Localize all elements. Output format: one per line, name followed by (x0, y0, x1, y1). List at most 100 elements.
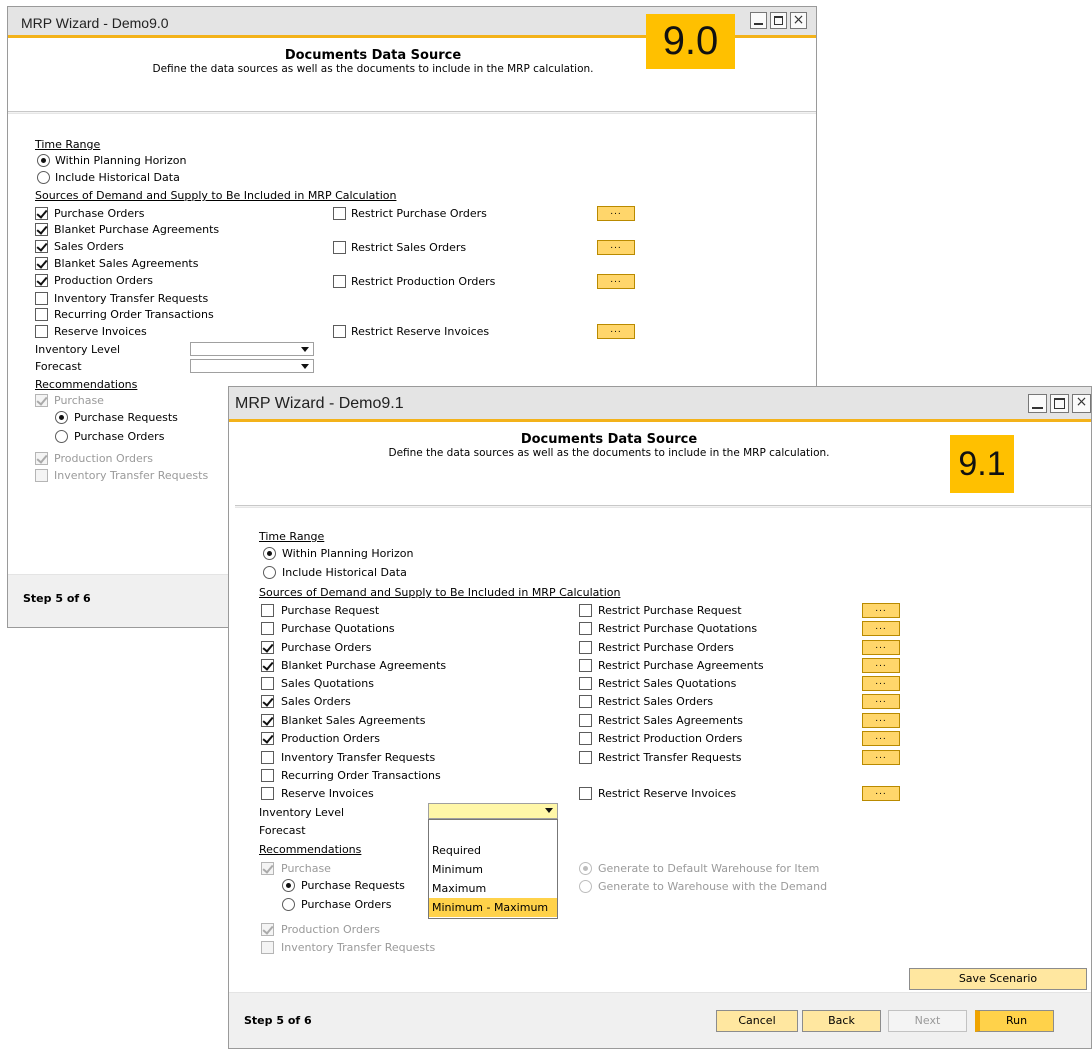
option-required[interactable]: Required (429, 841, 557, 860)
checkbox-restrict-sales-agreements[interactable] (579, 714, 592, 727)
restrict-reserve-invoices-button[interactable]: ... (597, 324, 635, 339)
restrict-label: Restrict Sales Agreements (598, 714, 743, 727)
forecast-dropdown[interactable] (190, 359, 314, 373)
restrict-sales-orders-button[interactable]: ... (862, 694, 900, 709)
checkbox-restrict-purchase-agreements[interactable] (579, 659, 592, 672)
title-bar[interactable]: MRP Wizard - Demo9.1 × (229, 387, 1091, 422)
checkbox-purchase-orders[interactable] (35, 207, 48, 220)
checkbox-production-orders[interactable] (35, 274, 48, 287)
checkbox-purchase[interactable] (261, 862, 274, 875)
radio-within-horizon[interactable] (263, 547, 276, 560)
checkbox-restrict-reserve-invoices[interactable] (579, 787, 592, 800)
purchase-requests-label: Purchase Requests (74, 411, 178, 424)
checkbox-blanket-sales-agreements[interactable] (35, 257, 48, 270)
restrict-purchase-quotations-button[interactable]: ... (862, 621, 900, 636)
checkbox-rec-inventory-transfer[interactable] (261, 941, 274, 954)
checkbox-inventory-transfer-requests[interactable] (35, 292, 48, 305)
checkbox-purchase-orders[interactable] (261, 641, 274, 654)
checkbox-restrict-purchase-orders[interactable] (579, 641, 592, 654)
radio-gen-default-warehouse[interactable] (579, 862, 592, 875)
forecast-label: Forecast (259, 824, 306, 837)
radio-historical[interactable] (263, 566, 276, 579)
checkbox-reserve-invoices[interactable] (35, 325, 48, 338)
maximize-icon[interactable] (770, 12, 787, 29)
purchase-label: Purchase (54, 394, 104, 407)
checkbox-inventory-transfer-requests[interactable] (261, 751, 274, 764)
restrict-label: Restrict Sales Orders (598, 695, 714, 708)
radio-historical-label: Include Historical Data (282, 566, 407, 579)
checkbox-restrict-sales-quotations[interactable] (579, 677, 592, 690)
restrict-reserve-invoices-button[interactable]: ... (862, 786, 900, 801)
checkbox-reserve-invoices[interactable] (261, 787, 274, 800)
checkbox-production-orders[interactable] (261, 732, 274, 745)
restrict-sales-agreements-button[interactable]: ... (862, 713, 900, 728)
radio-historical[interactable] (37, 171, 50, 184)
run-button[interactable]: Run (975, 1010, 1054, 1032)
radio-gen-demand-warehouse[interactable] (579, 880, 592, 893)
checkbox-recurring-order-transactions[interactable] (261, 769, 274, 782)
option-minimum-maximum[interactable]: Minimum - Maximum (429, 898, 557, 917)
version-badge: 9.1 (950, 435, 1014, 493)
radio-purchase-requests[interactable] (282, 879, 295, 892)
minimize-icon[interactable] (750, 12, 767, 29)
checkbox-purchase-quotations[interactable] (261, 622, 274, 635)
checkbox-restrict-purchase-request[interactable] (579, 604, 592, 617)
checkbox-restrict-sales-orders[interactable] (579, 695, 592, 708)
checkbox-purchase-request[interactable] (261, 604, 274, 617)
gen-default-label: Generate to Default Warehouse for Item (598, 862, 820, 875)
checkbox-sales-orders[interactable] (261, 695, 274, 708)
checkbox-restrict-sales-orders[interactable] (333, 241, 346, 254)
checkbox-rec-production-orders[interactable] (35, 452, 48, 465)
source-label: Recurring Order Transactions (54, 308, 214, 321)
checkbox-blanket-purchase-agreements[interactable] (261, 659, 274, 672)
checkbox-restrict-purchase-quotations[interactable] (579, 622, 592, 635)
checkbox-purchase[interactable] (35, 394, 48, 407)
source-label: Production Orders (281, 732, 381, 745)
radio-within-horizon[interactable] (37, 154, 50, 167)
restrict-purchase-orders-button[interactable]: ... (862, 640, 900, 655)
restrict-purchase-request-button[interactable]: ... (862, 603, 900, 618)
checkbox-restrict-reserve-invoices[interactable] (333, 325, 346, 338)
rec-production-orders-label: Production Orders (281, 923, 381, 936)
restrict-production-orders-button[interactable]: ... (597, 274, 635, 289)
close-icon[interactable]: × (790, 12, 807, 29)
checkbox-blanket-sales-agreements[interactable] (261, 714, 274, 727)
radio-purchase-orders[interactable] (282, 898, 295, 911)
forecast-label: Forecast (35, 360, 82, 373)
restrict-sales-quotations-button[interactable]: ... (862, 676, 900, 691)
inventory-level-dropdown[interactable] (428, 803, 558, 819)
checkbox-restrict-purchase-orders[interactable] (333, 207, 346, 220)
restrict-transfer-requests-button[interactable]: ... (862, 750, 900, 765)
save-scenario-button[interactable]: Save Scenario (909, 968, 1087, 990)
restrict-sales-orders-button[interactable]: ... (597, 240, 635, 255)
next-button[interactable]: Next (888, 1010, 967, 1032)
restrict-label: Restrict Purchase Request (598, 604, 742, 617)
restrict-label: Restrict Purchase Quotations (598, 622, 758, 635)
checkbox-sales-quotations[interactable] (261, 677, 274, 690)
checkbox-restrict-production-orders[interactable] (579, 732, 592, 745)
gen-demand-label: Generate to Warehouse with the Demand (598, 880, 828, 893)
back-button[interactable]: Back (802, 1010, 881, 1032)
cancel-button[interactable]: Cancel (716, 1010, 798, 1032)
checkbox-restrict-production-orders[interactable] (333, 275, 346, 288)
radio-purchase-orders[interactable] (55, 430, 68, 443)
checkbox-restrict-transfer-requests[interactable] (579, 751, 592, 764)
restrict-purchase-agreements-button[interactable]: ... (862, 658, 900, 673)
checkbox-sales-orders[interactable] (35, 240, 48, 253)
inventory-level-dropdown[interactable] (190, 342, 314, 356)
close-icon[interactable]: × (1072, 394, 1091, 413)
window-controls: × (1028, 394, 1091, 413)
restrict-production-orders-button[interactable]: ... (862, 731, 900, 746)
checkbox-rec-inventory-transfer[interactable] (35, 469, 48, 482)
checkbox-recurring-order-transactions[interactable] (35, 308, 48, 321)
minimize-icon[interactable] (1028, 394, 1047, 413)
option-maximum[interactable]: Maximum (429, 879, 557, 898)
maximize-icon[interactable] (1050, 394, 1069, 413)
restrict-purchase-orders-button[interactable]: ... (597, 206, 635, 221)
option-minimum[interactable]: Minimum (429, 860, 557, 879)
checkbox-blanket-purchase-agreements[interactable] (35, 223, 48, 236)
radio-purchase-requests[interactable] (55, 411, 68, 424)
source-label: Blanket Purchase Agreements (54, 223, 220, 236)
radio-within-label: Within Planning Horizon (282, 547, 414, 560)
checkbox-rec-production-orders[interactable] (261, 923, 274, 936)
